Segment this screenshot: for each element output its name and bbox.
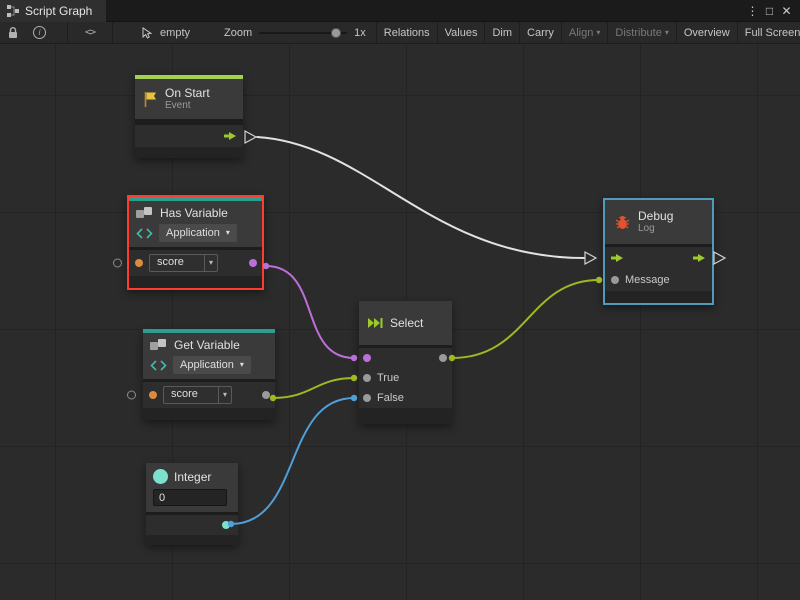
flow-input-port[interactable] [611,253,624,263]
fullscreen-button[interactable]: Full Screen [738,22,800,44]
script-graph-icon [7,5,19,17]
wire-select-to-debuglog-message[interactable] [452,280,599,358]
unconnected-input-port[interactable] [113,259,122,268]
node-debug-log[interactable]: Debug Log Message [603,198,714,305]
zoom-slider[interactable] [259,32,347,34]
unconnected-input-port[interactable] [127,391,136,400]
true-input-port[interactable] [363,374,371,382]
variable-name-value: score [150,255,204,271]
node-has-variable[interactable]: Has Variable Application ▾ [127,195,264,290]
flow-output-port[interactable] [693,253,706,263]
window-menu-button[interactable]: ⋮ [744,0,761,22]
selection-cursor-icon [135,27,160,39]
wire-getvariable-to-select-true[interactable] [273,378,354,398]
variables-boxes-icon [150,339,168,352]
window-maximize-button[interactable]: □ [761,0,778,22]
unity-script-graph-window: Script Graph ⋮ □ ✕ i <> empty Zoom [0,0,800,600]
values-button[interactable]: Values [438,22,485,44]
message-input-port[interactable] [611,276,619,284]
caret-down-icon: ▾ [218,387,231,403]
unconnected-flow-output-arrow [714,252,725,264]
variable-chevrons-icon [150,360,167,371]
integer-type-icon [153,469,168,484]
scope-dropdown[interactable]: Application ▾ [173,356,251,374]
node-title: Integer [174,470,211,484]
node-subtitle: Event [165,100,210,112]
flag-icon [143,91,158,108]
scope-value: Application [166,227,220,239]
carry-button[interactable]: Carry [520,22,561,44]
node-select[interactable]: Select True False [359,301,452,424]
value-output-port[interactable] [262,391,270,399]
caret-down-icon: ▾ [596,29,600,37]
toolbar-separator [67,22,68,43]
node-on-start[interactable]: On Start Event [135,75,243,158]
variable-chevrons-icon [136,228,153,239]
variable-name-dropdown[interactable]: score ▾ [163,386,232,404]
code-view-icon[interactable]: <> [78,27,102,38]
zoom-slider-knob[interactable] [331,28,341,38]
node-get-variable[interactable]: Get Variable Application ▾ [143,329,275,420]
bool-output-port[interactable] [249,259,257,267]
caret-down-icon: ▾ [240,361,244,369]
graph-canvas[interactable]: On Start Event Has V [0,44,800,600]
select-icon [367,317,383,329]
toolbar-separator [112,22,113,43]
relations-button[interactable]: Relations [377,22,437,44]
wire-hasvariable-to-select[interactable] [266,266,354,358]
node-title: Select [390,316,423,330]
bug-icon [614,214,631,231]
node-title: Debug [638,209,673,223]
info-icon[interactable]: i [26,26,53,39]
node-title: Has Variable [160,206,228,220]
false-port-label: False [377,392,404,404]
caret-down-icon: ▾ [226,229,230,237]
condition-input-port[interactable] [363,354,371,362]
variable-name-dropdown[interactable]: score ▾ [149,254,218,272]
node-subtitle: Log [638,223,673,235]
align-button[interactable]: Align▾ [562,22,607,44]
true-port-label: True [377,372,399,384]
zoom-label: Zoom [224,27,252,39]
dim-button[interactable]: Dim [485,22,519,44]
node-integer[interactable]: Integer [146,463,238,545]
message-port-label: Message [625,274,670,286]
integer-output-port[interactable] [222,521,230,529]
flow-connection-end-arrow [585,252,596,264]
node-title: Get Variable [174,338,240,352]
variable-name-port[interactable] [135,259,143,267]
tab-script-graph[interactable]: Script Graph [0,0,106,22]
overview-button[interactable]: Overview [677,22,737,44]
flow-connection-start-arrow [245,131,256,143]
variables-boxes-icon [136,207,154,220]
graph-toolbar: i <> empty Zoom 1x Relations Values Dim … [0,22,800,44]
tab-title: Script Graph [25,4,92,18]
window-controls: ⋮ □ ✕ [744,0,800,22]
flow-output-port[interactable] [224,131,237,141]
caret-down-icon: ▾ [665,29,669,37]
window-titlebar: Script Graph ⋮ □ ✕ [0,0,800,22]
scope-value: Application [180,359,234,371]
window-close-button[interactable]: ✕ [778,0,795,22]
wire-onstart-to-debuglog[interactable] [257,137,584,258]
caret-down-icon: ▾ [204,255,217,271]
variable-name-value: score [164,387,218,403]
result-output-port[interactable] [439,354,447,362]
zoom-value: 1x [354,27,366,39]
variable-name-port[interactable] [149,391,157,399]
integer-value-input[interactable] [153,489,227,506]
selection-status-label: empty [160,27,190,39]
node-title: On Start [165,86,210,100]
false-input-port[interactable] [363,394,371,402]
lock-icon[interactable] [0,26,26,39]
scope-dropdown[interactable]: Application ▾ [159,224,237,242]
distribute-button[interactable]: Distribute▾ [608,22,675,44]
